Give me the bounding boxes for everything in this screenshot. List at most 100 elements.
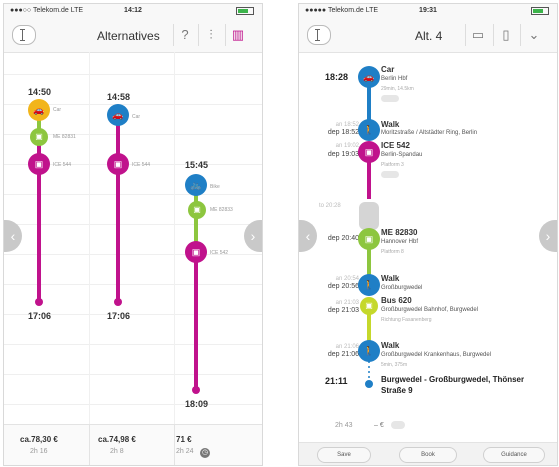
- action-bar: Save Book Guidance: [299, 442, 557, 465]
- me-title[interactable]: ME 82830: [381, 228, 417, 237]
- walk-icon: 🚶: [358, 119, 380, 141]
- bus-direction: Richtung Fasanenberg: [381, 317, 432, 323]
- filter-icon[interactable]: ⫶: [202, 26, 220, 43]
- column1-arrival-dot: [35, 298, 43, 306]
- trip-price: – €: [374, 422, 384, 429]
- column2-arrival-time: 17:06: [107, 311, 131, 321]
- me-platform: Platform 8: [381, 249, 404, 255]
- transfer-wait-label: to 20:28: [319, 203, 341, 209]
- ice-station: Berlin-Spandau: [381, 152, 423, 158]
- ice-platform: Platform 3: [381, 162, 404, 168]
- battery-icon: [531, 7, 549, 15]
- walk3-location: Großburgwedel Krankenhaus, Burgwedel: [381, 352, 492, 358]
- column2-car-label: Car: [132, 114, 141, 120]
- destination-dot: [365, 380, 373, 388]
- clock-icon[interactable]: ◷: [200, 448, 210, 458]
- timeline-gridline: [4, 74, 262, 75]
- bus-title[interactable]: Bus 620: [381, 296, 412, 305]
- column3-arrival-dot: [192, 386, 200, 394]
- status-time: 14:12: [124, 7, 142, 14]
- timeline-gridline: [4, 344, 262, 345]
- walk1-location: Moritzstraße / Altstädter Ring, Berlin: [381, 130, 478, 136]
- nav-bar: Alternatives ? ⫶ ▥: [4, 17, 262, 53]
- column2-ice-train-node[interactable]: ▣: [107, 153, 129, 175]
- timeline-gridline: [4, 224, 262, 225]
- column2-departure-time: 14:58: [107, 92, 131, 102]
- destination-name: Burgwedel - Großburgwedel, Thönser Straß…: [381, 375, 525, 395]
- ice-pill: [381, 171, 399, 178]
- walk2-title[interactable]: Walk: [381, 274, 399, 283]
- ice-departure: dep 19:03: [327, 151, 359, 158]
- column1-car-label: Car: [53, 107, 62, 113]
- car-leg-title[interactable]: Car: [381, 65, 394, 74]
- regional-train-icon: ▣: [358, 228, 380, 250]
- bus-arrival: an 21:03: [335, 300, 359, 306]
- timeline-gridline: [4, 194, 262, 195]
- car-departure-time: 18:28: [325, 72, 349, 82]
- walk-icon: 🚶: [358, 340, 380, 362]
- column2-arrival-dot: [114, 298, 122, 306]
- walk3-title[interactable]: Walk: [381, 341, 399, 350]
- train-icon: ▣: [358, 141, 380, 163]
- walk1-title[interactable]: Walk: [381, 120, 399, 129]
- chat-icon[interactable]: ▭: [469, 26, 487, 43]
- alternative-3-duration: 2h 24: [176, 448, 194, 455]
- bus-icon: ▣: [360, 297, 378, 315]
- column3-ice-train-label: ICE 542: [210, 250, 229, 256]
- column1-regional-train-node[interactable]: ▣: [30, 128, 48, 146]
- me-departure: dep 20:40: [327, 235, 359, 242]
- next-arrow-button[interactable]: ›: [539, 220, 557, 252]
- page-title: Alternatives: [97, 29, 160, 43]
- page-title: Alt. 4: [415, 29, 443, 43]
- color-legend-icon[interactable]: ▥: [229, 26, 247, 43]
- nav-bar: Alt. 4 ▭ ▯ ⌄: [299, 17, 557, 53]
- column3-regional-train-node[interactable]: ▣: [188, 201, 206, 219]
- column1-ice-train-node[interactable]: ▣: [28, 153, 50, 175]
- alternative-3-price: 71 €: [176, 435, 192, 444]
- column3-arrival-time: 18:09: [185, 399, 209, 409]
- alternative-1-duration: 2h 16: [30, 448, 48, 455]
- ice-title[interactable]: ICE 542: [381, 141, 410, 150]
- bus-station: Großburgwedel Bahnhof, Burgwedel: [381, 307, 479, 313]
- walk2-arrival: an 20:54: [335, 276, 359, 282]
- help-icon[interactable]: ?: [176, 26, 194, 43]
- map-icon[interactable]: ▯: [497, 26, 515, 43]
- alternative-2-duration: 2h 8: [110, 448, 124, 455]
- me-station: Hannover Hbf: [381, 239, 419, 245]
- back-button[interactable]: [12, 25, 36, 45]
- walk3-arrival: an 21:06: [335, 344, 359, 350]
- guidance-button[interactable]: Guidance: [483, 447, 545, 463]
- ice-arrival: an 19:02: [335, 143, 359, 149]
- next-arrow-button[interactable]: ›: [244, 220, 262, 252]
- chevron-down-icon[interactable]: ⌄: [525, 26, 543, 43]
- column1-car-node[interactable]: 🚗: [28, 99, 50, 121]
- column3-departure-time: 15:45: [185, 160, 209, 170]
- save-button[interactable]: Save: [317, 447, 371, 463]
- back-icon: [315, 29, 320, 41]
- column2-car-node[interactable]: 🚗: [107, 104, 129, 126]
- status-time: 19:31: [419, 7, 437, 14]
- car-leg-station: Berlin Hbf: [381, 76, 408, 82]
- column1-ice-train-label: ICE 544: [53, 162, 72, 168]
- column2-ice-train-label: ICE 544: [132, 162, 151, 168]
- route-detail-screen: ●●●●● Telekom.de LTE 19:31 Alt. 4 ▭ ▯ ⌄ …: [298, 3, 558, 466]
- status-bar: ●●●●● Telekom.de LTE 19:31: [299, 4, 557, 17]
- back-icon: [20, 29, 25, 41]
- transfer-wait-block: [359, 202, 379, 230]
- column3-regional-train-label: ME 82833: [210, 207, 233, 213]
- alternative-1-price: ca.78,30 €: [20, 435, 58, 444]
- walk1-departure: dep 18:52: [327, 129, 359, 136]
- price-pill: [391, 421, 405, 429]
- column3-ice-train-node[interactable]: ▣: [185, 241, 207, 263]
- alternative-2-price: ca.74,98 €: [98, 435, 136, 444]
- car-leg-pill: [381, 95, 399, 102]
- timeline-gridline: [4, 374, 262, 375]
- book-button[interactable]: Book: [399, 447, 457, 463]
- walk3-departure: dep 21:06: [327, 351, 359, 358]
- status-bar: ●●●○○ Telekom.de LTE 14:12: [4, 4, 262, 17]
- destination-time: 21:11: [325, 376, 348, 386]
- column3-bike-node[interactable]: 🚲: [185, 174, 207, 196]
- back-button[interactable]: [307, 25, 331, 45]
- column1-departure-time: 14:50: [28, 87, 52, 97]
- walk2-departure: dep 20:56: [327, 283, 359, 290]
